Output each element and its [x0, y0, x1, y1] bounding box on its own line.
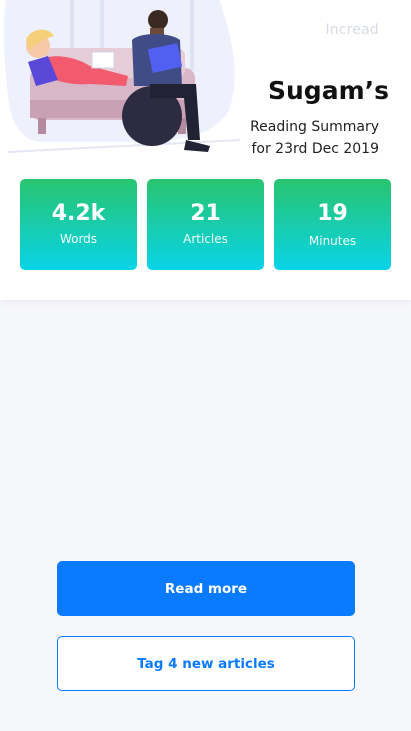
- tag-articles-button[interactable]: Tag 4 new articles: [57, 636, 355, 691]
- reading-illustration: [3, 0, 241, 153]
- stat-card-articles: 21 Articles: [147, 179, 264, 270]
- stat-label: Articles: [183, 232, 228, 246]
- summary-card: Incread Sugam’s Reading Summary for 23rd…: [0, 0, 411, 300]
- stat-label: Words: [59, 232, 98, 246]
- read-more-button[interactable]: Read more: [57, 561, 355, 616]
- user-name-title: Sugam’s: [268, 76, 389, 105]
- stat-value: 21: [190, 201, 221, 226]
- stat-card-minutes: 19 Minutes: [274, 179, 391, 270]
- app-logo: Incread: [325, 22, 379, 38]
- stat-value: 4.2k: [51, 201, 106, 226]
- summary-date: for 23rd Dec 2019: [251, 141, 379, 157]
- stat-card-words: 4.2k Words: [20, 179, 137, 270]
- summary-subtitle: Reading Summary: [250, 119, 379, 135]
- stat-label: Minutes: [308, 234, 357, 248]
- stat-value: 19: [317, 201, 348, 226]
